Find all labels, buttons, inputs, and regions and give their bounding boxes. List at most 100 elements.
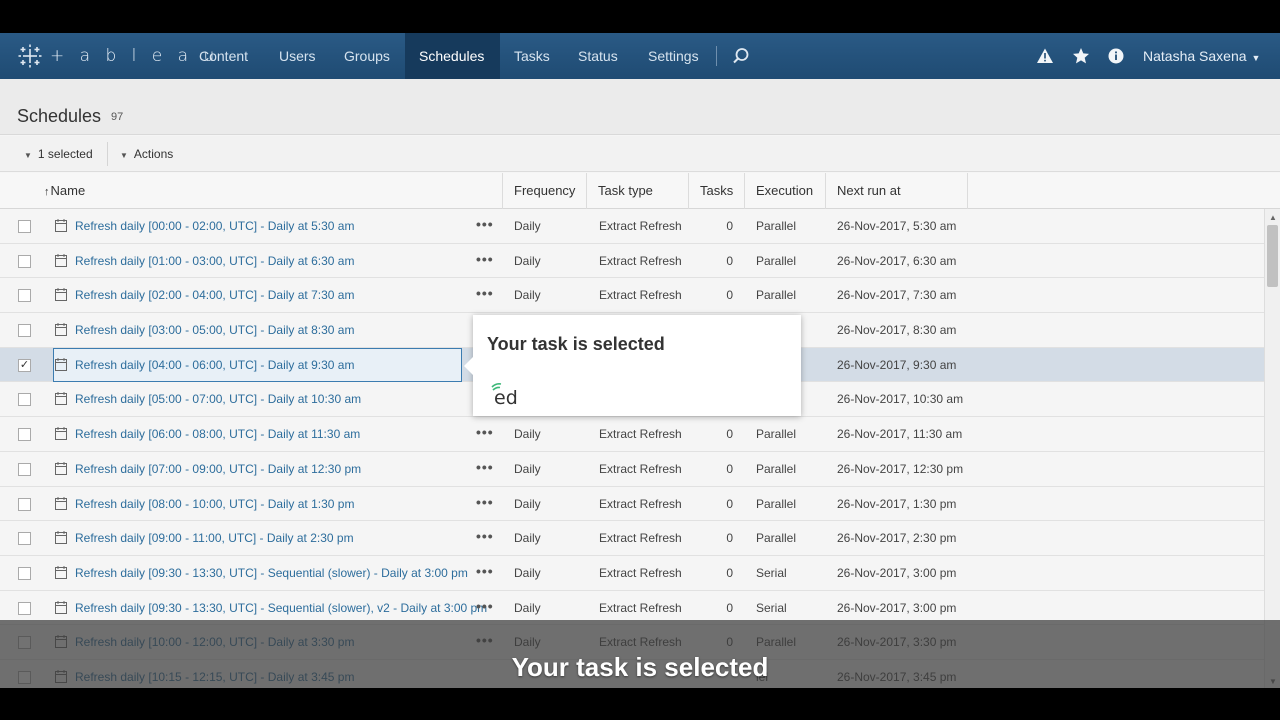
schedule-name-link[interactable]: Refresh daily [02:00 - 04:00, UTC] - Dai…	[75, 288, 354, 302]
row-checkbox[interactable]	[18, 254, 31, 268]
task-type-cell: Extract Refresh	[599, 600, 682, 615]
schedule-name-link[interactable]: Refresh daily [00:00 - 02:00, UTC] - Dai…	[75, 219, 354, 233]
task-type-cell: Extract Refresh	[599, 565, 682, 580]
schedule-name-link[interactable]: Refresh daily [09:00 - 11:00, UTC] - Dai…	[75, 531, 354, 545]
task-type-cell: Extract Refresh	[599, 253, 682, 268]
calendar-icon	[55, 392, 67, 406]
frequency-cell: Daily	[514, 219, 541, 233]
schedule-name-link[interactable]: Refresh daily [05:00 - 07:00, UTC] - Dai…	[75, 392, 361, 406]
more-actions-icon[interactable]: •••	[476, 494, 494, 510]
schedule-name-link[interactable]: Refresh daily [09:30 - 13:30, UTC] - Seq…	[75, 601, 487, 615]
schedule-name-link[interactable]: Refresh daily [06:00 - 08:00, UTC] - Dai…	[75, 427, 360, 441]
nav-groups[interactable]: Groups	[330, 33, 404, 79]
search-icon[interactable]	[732, 47, 750, 65]
schedule-name-link[interactable]: Refresh daily [07:00 - 09:00, UTC] - Dai…	[75, 462, 361, 476]
column-tasks[interactable]: Tasks	[689, 173, 745, 209]
schedule-name-link[interactable]: Refresh daily [08:00 - 10:00, UTC] - Dai…	[75, 497, 354, 511]
row-checkbox[interactable]	[18, 220, 31, 233]
task-type-cell: Extract Refresh	[599, 288, 682, 303]
favorites-star-icon[interactable]	[1072, 47, 1090, 65]
info-icon[interactable]	[1107, 47, 1125, 65]
video-caption: Your task is selected	[511, 652, 769, 682]
table-row[interactable]: Refresh daily [00:00 - 02:00, UTC] - Dai…	[0, 209, 1264, 244]
row-checkbox[interactable]	[18, 532, 31, 546]
schedule-name-link[interactable]: Refresh daily [01:00 - 03:00, UTC] - Dai…	[75, 254, 354, 268]
column-name[interactable]: ↑Name	[0, 173, 503, 209]
more-actions-icon[interactable]: •••	[476, 528, 494, 544]
table-row[interactable]: Refresh daily [02:00 - 04:00, UTC] - Dai…	[0, 278, 1264, 314]
table-row[interactable]: Refresh daily [09:00 - 11:00, UTC] - Dai…	[0, 521, 1264, 556]
more-actions-icon[interactable]: •••	[476, 424, 494, 440]
more-actions-icon[interactable]: •••	[476, 251, 494, 267]
table-row[interactable]: Refresh daily [06:00 - 08:00, UTC] - Dai…	[0, 417, 1264, 452]
table-row[interactable]: Refresh daily [09:30 - 13:30, UTC] - Seq…	[0, 555, 1264, 591]
row-checkbox[interactable]	[18, 324, 31, 338]
frequency-cell: Daily	[514, 427, 541, 442]
table-row[interactable]: Refresh daily [01:00 - 03:00, UTC] - Dai…	[0, 243, 1264, 279]
task-type-cell: Extract Refresh	[599, 461, 682, 476]
next-run-cell: 26-Nov-2017, 3:00 pm	[837, 600, 957, 615]
row-checkbox[interactable]	[18, 601, 31, 615]
nav-users[interactable]: Users	[265, 33, 330, 79]
table-row[interactable]: Refresh daily [08:00 - 10:00, UTC] - Dai…	[0, 486, 1264, 522]
selection-dropdown[interactable]: ▼ 1 selected	[24, 147, 93, 161]
row-checkbox[interactable]	[18, 393, 31, 407]
row-checkbox[interactable]	[18, 428, 31, 442]
task-type-cell: Extract Refresh	[599, 531, 682, 546]
more-actions-icon[interactable]: •••	[476, 563, 494, 579]
scroll-up-icon[interactable]: ▲	[1269, 213, 1277, 222]
nav-schedules[interactable]: Schedules	[405, 33, 500, 79]
nav-tasks[interactable]: Tasks	[500, 33, 564, 79]
tasks-cell: 0	[726, 461, 733, 476]
column-frequency[interactable]: Frequency	[503, 173, 587, 209]
tasks-cell: 0	[726, 496, 733, 511]
calendar-icon	[55, 253, 67, 267]
execution-cell: Parallel	[756, 496, 797, 511]
row-checkbox[interactable]	[18, 289, 31, 303]
alert-icon[interactable]	[1036, 47, 1054, 65]
user-menu[interactable]: Natasha Saxena ▼	[1143, 33, 1260, 79]
nav-status[interactable]: Status	[564, 33, 632, 79]
user-name: Natasha Saxena	[1143, 48, 1247, 64]
column-task-type[interactable]: Task type	[587, 173, 689, 209]
column-next-run[interactable]: Next run at	[826, 173, 968, 209]
table-row[interactable]: Refresh daily [07:00 - 09:00, UTC] - Dai…	[0, 451, 1264, 487]
toolbar: ▼ 1 selected ▼ Actions	[0, 136, 1280, 172]
more-actions-icon[interactable]: •••	[476, 216, 494, 232]
calendar-icon	[55, 288, 67, 302]
scroll-thumb[interactable]	[1267, 225, 1278, 287]
next-run-cell: 26-Nov-2017, 5:30 am	[837, 219, 957, 233]
calendar-icon	[55, 531, 67, 545]
calendar-icon	[55, 323, 67, 337]
selection-label: 1 selected	[37, 147, 93, 161]
caret-down-icon: ▼	[120, 151, 128, 160]
task-type-cell: Extract Refresh	[599, 219, 682, 233]
calendar-icon	[55, 565, 67, 579]
row-checkbox[interactable]: ✓	[18, 358, 31, 372]
nav-content[interactable]: Content	[185, 33, 262, 79]
schedule-name-link[interactable]: Refresh daily [03:00 - 05:00, UTC] - Dai…	[75, 323, 354, 337]
frequency-cell: Daily	[514, 600, 541, 615]
more-actions-icon[interactable]: •••	[476, 459, 494, 475]
row-checkbox[interactable]	[18, 497, 31, 511]
next-run-cell: 26-Nov-2017, 12:30 pm	[837, 461, 964, 476]
page-header: Schedules 97	[0, 79, 1280, 135]
column-execution[interactable]: Execution	[745, 173, 826, 209]
nav-settings[interactable]: Settings	[634, 33, 713, 79]
frequency-cell: Daily	[514, 253, 541, 268]
row-checkbox[interactable]	[18, 462, 31, 476]
more-actions-icon[interactable]: •••	[476, 598, 494, 614]
frequency-cell: Daily	[514, 461, 541, 476]
calendar-icon	[55, 461, 67, 475]
caret-down-icon: ▼	[24, 151, 32, 160]
execution-cell: Parallel	[756, 253, 797, 268]
next-run-cell: 26-Nov-2017, 1:30 pm	[837, 496, 957, 511]
schedule-name-link[interactable]: Refresh daily [09:30 - 13:30, UTC] - Seq…	[75, 566, 468, 580]
frequency-cell: Daily	[514, 496, 541, 511]
vertical-scrollbar[interactable]: ▲ ▼	[1264, 209, 1280, 688]
actions-dropdown[interactable]: ▼ Actions	[120, 147, 173, 161]
next-run-cell: 26-Nov-2017, 10:30 am	[837, 392, 964, 407]
more-actions-icon[interactable]: •••	[476, 285, 494, 301]
row-checkbox[interactable]	[18, 566, 31, 580]
schedule-name-link[interactable]: Refresh daily [04:00 - 06:00, UTC] - Dai…	[75, 358, 354, 372]
